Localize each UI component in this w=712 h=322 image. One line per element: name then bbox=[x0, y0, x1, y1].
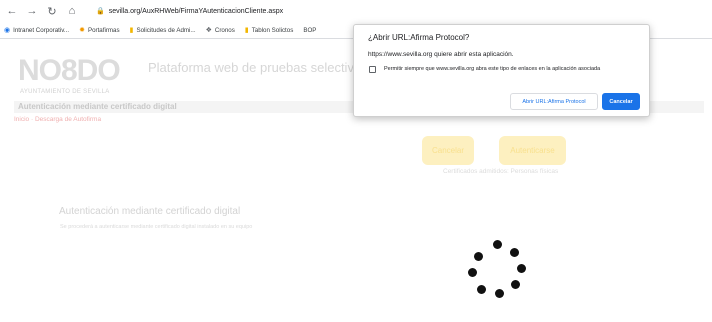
bookmark-solicitudes[interactable]: ▮ Solicitudes de Admi... bbox=[129, 26, 196, 35]
dialog-cancel-button[interactable]: Cancelar bbox=[602, 93, 640, 110]
reload-icon[interactable]: ↻ bbox=[46, 5, 58, 18]
logo-subtitle: AYUNTAMIENTO DE SEVILLA bbox=[20, 89, 110, 95]
protocol-dialog: ¿Abrir URL:Afirma Protocol? https://www.… bbox=[353, 24, 650, 117]
breadcrumb[interactable]: Inicio · Descarga de Autofirma bbox=[14, 116, 101, 123]
auth-description: Se procederá a autenticarse mediante cer… bbox=[60, 224, 253, 230]
certificate-subtitle: Certificados admitidos: Personas físicas bbox=[443, 168, 559, 175]
bookmark-label: Intranet Corporativ... bbox=[13, 26, 70, 34]
cronos-icon: ❖ bbox=[205, 27, 212, 34]
bookmark-label: Solicitudes de Admi... bbox=[136, 26, 196, 34]
spinner-dot bbox=[495, 289, 504, 298]
bookmark-label: Tablon Solictos bbox=[251, 26, 294, 34]
forward-icon[interactable]: → bbox=[26, 5, 38, 17]
back-icon[interactable]: ← bbox=[6, 5, 18, 17]
bookmark-tablon[interactable]: ▮ Tablon Solictos bbox=[244, 26, 294, 35]
spinner-dot bbox=[511, 280, 520, 289]
bookmark-portafirmas[interactable]: ✹ Portafirmas bbox=[79, 26, 120, 35]
lock-icon: 🔒 bbox=[96, 8, 105, 15]
open-protocol-button[interactable]: Abrir URL:Afirma Protocol bbox=[510, 93, 598, 110]
always-allow-checkbox[interactable] bbox=[369, 66, 376, 73]
folder-icon: ▮ bbox=[244, 27, 249, 34]
address-text[interactable]: sevilla.org/AuxRHWeb/FirmaYAutenticacion… bbox=[109, 8, 283, 15]
spinner-dot bbox=[477, 285, 486, 294]
spinner-dot bbox=[468, 268, 477, 277]
browser-toolbar: ← → ↻ ⌂ 🔒 sevilla.org/AuxRHWeb/FirmaYAut… bbox=[0, 0, 712, 22]
address-bar[interactable]: 🔒 sevilla.org/AuxRHWeb/FirmaYAutenticaci… bbox=[96, 7, 283, 16]
bookmark-bop[interactable]: BOP bbox=[303, 27, 316, 34]
dialog-message: https://www.sevilla.org quiere abrir est… bbox=[368, 51, 514, 58]
bookmark-label: Portafirmas bbox=[87, 26, 120, 34]
folder-icon: ▮ bbox=[129, 27, 134, 34]
bookmark-label: Cronos bbox=[214, 26, 235, 34]
dialog-title: ¿Abrir URL:Afirma Protocol? bbox=[368, 33, 470, 42]
chrome-icon: ◉ bbox=[4, 27, 11, 34]
cancel-button[interactable]: Cancelar bbox=[422, 136, 474, 165]
home-icon[interactable]: ⌂ bbox=[66, 5, 78, 17]
always-allow-label[interactable]: Permitir siempre que www.sevilla.org abr… bbox=[384, 66, 600, 72]
bookmark-intranet[interactable]: ◉ Intranet Corporativ... bbox=[4, 26, 70, 35]
auth-heading: Autenticación mediante certificado digit… bbox=[59, 206, 241, 217]
bookmark-label: BOP bbox=[303, 26, 317, 34]
portafirmas-icon: ✹ bbox=[79, 27, 85, 34]
spinner-dot bbox=[517, 264, 526, 273]
authenticate-button[interactable]: Autenticarse bbox=[499, 136, 566, 165]
page: ← → ↻ ⌂ 🔒 sevilla.org/AuxRHWeb/FirmaYAut… bbox=[0, 0, 712, 322]
spinner-dot bbox=[510, 248, 519, 257]
spinner-dot bbox=[493, 240, 502, 249]
bookmark-cronos[interactable]: ❖ Cronos bbox=[205, 26, 235, 35]
city-logo: NO8DO bbox=[18, 54, 121, 87]
spinner-dot bbox=[474, 252, 483, 261]
loading-spinner bbox=[466, 240, 530, 308]
